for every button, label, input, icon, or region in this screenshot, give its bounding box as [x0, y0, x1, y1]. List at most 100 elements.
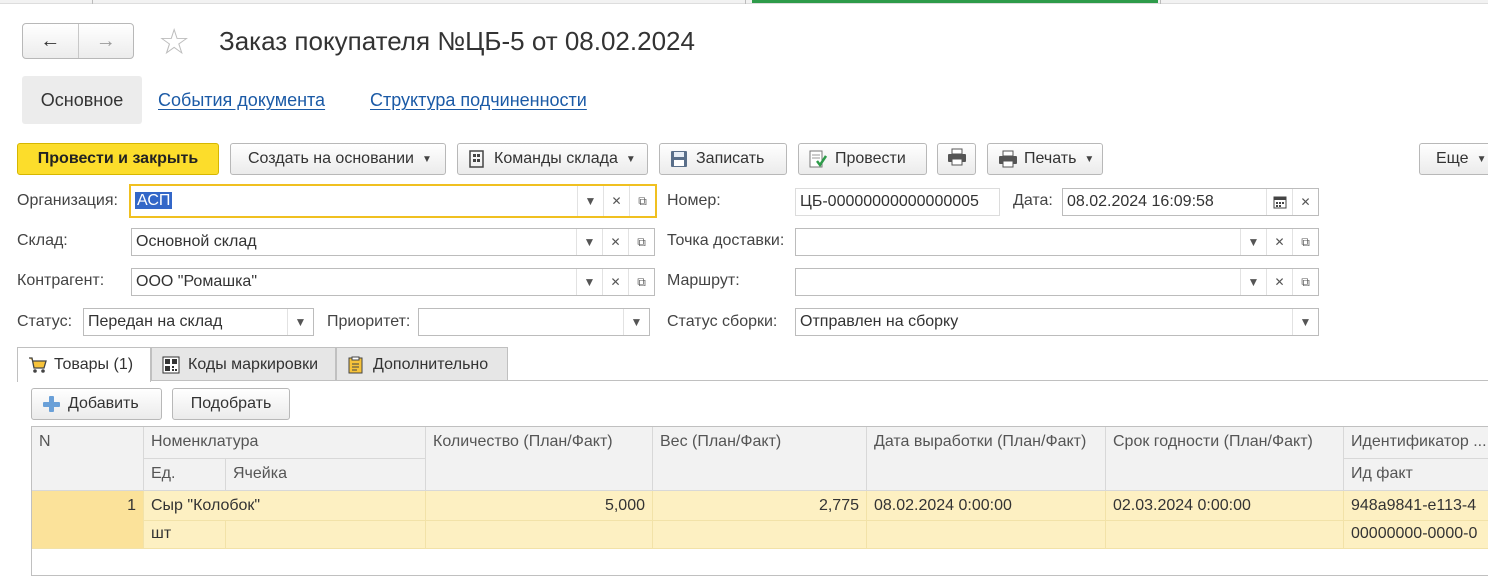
post-document-icon [809, 150, 828, 168]
print-button[interactable]: Печать ▼ [987, 143, 1103, 175]
number-field[interactable]: ЦБ-00000000000000005 [795, 188, 1000, 216]
cell-storage-cell[interactable] [226, 521, 426, 549]
column-header-item[interactable]: Номенклатура [144, 427, 426, 459]
dropdown-arrow-icon[interactable]: ▼ [1240, 229, 1266, 255]
calendar-icon[interactable] [1266, 189, 1292, 215]
column-header-weight[interactable]: Вес (План/Факт) [653, 427, 867, 491]
assembly-status-label: Статус сборки: [667, 313, 778, 330]
route-label: Маршрут: [667, 272, 740, 289]
print-preview-button[interactable] [937, 143, 976, 175]
open-icon[interactable]: ⧉ [628, 269, 654, 295]
tab-marking-codes-label: Коды маркировки [188, 355, 319, 373]
cart-icon [28, 356, 47, 374]
cell-production-date-fact[interactable] [867, 521, 1106, 549]
post-and-close-button[interactable]: Провести и закрыть [17, 143, 219, 175]
qr-code-icon [162, 356, 180, 374]
clear-icon[interactable]: ✕ [603, 186, 629, 216]
open-icon[interactable]: ⧉ [1292, 269, 1318, 295]
cell-identifier[interactable]: 948a9841-e113-4 [1344, 491, 1488, 521]
link-document-events[interactable]: События документа [158, 90, 325, 111]
tab-main[interactable]: Основное [22, 76, 142, 124]
counterparty-value: ООО "Ромашка" [136, 273, 257, 290]
tab-additional[interactable]: Дополнительно [336, 347, 508, 381]
dropdown-arrow-icon[interactable]: ▼ [623, 309, 649, 335]
column-header-unit[interactable]: Ед. [144, 459, 226, 491]
column-header-cell[interactable]: Ячейка [226, 459, 426, 491]
tab-separator [92, 0, 93, 4]
column-header-n[interactable]: N [32, 427, 144, 491]
cell-identifier-fact[interactable]: 00000000-0000-0 [1344, 521, 1488, 549]
counterparty-field[interactable]: ООО "Ромашка" ▼ ✕ ⧉ [131, 268, 655, 296]
tab-marking-codes[interactable]: Коды маркировки [151, 347, 336, 381]
cell-quantity[interactable]: 5,000 [426, 491, 653, 521]
date-value: 08.02.2024 16:09:58 [1067, 193, 1214, 210]
clear-icon[interactable]: ✕ [1292, 189, 1318, 215]
create-based-on-button[interactable]: Создать на основании ▼ [230, 143, 446, 175]
clear-icon[interactable]: ✕ [1266, 229, 1292, 255]
printer-icon [998, 150, 1017, 168]
dropdown-arrow-icon[interactable]: ▼ [576, 269, 602, 295]
column-header-identifier[interactable]: Идентификатор ... [1344, 427, 1488, 459]
clear-icon[interactable]: ✕ [1266, 269, 1292, 295]
tab-separator [1160, 0, 1161, 4]
add-row-button[interactable]: Добавить [31, 388, 162, 420]
warehouse-commands-button[interactable]: Команды склада ▼ [457, 143, 648, 175]
open-icon[interactable]: ⧉ [628, 229, 654, 255]
cell-item[interactable]: Сыр "Колобок" [144, 491, 426, 521]
status-field[interactable]: Передан на склад ▼ [83, 308, 314, 336]
warehouse-value: Основной склад [136, 233, 257, 250]
dropdown-arrow-icon[interactable]: ▼ [1292, 309, 1318, 335]
arrow-right-icon: → [95, 29, 116, 52]
forward-button[interactable]: → [79, 24, 134, 58]
status-value: Передан на склад [88, 313, 223, 330]
active-window-indicator [752, 0, 1158, 3]
date-field[interactable]: 08.02.2024 16:09:58 ✕ [1062, 188, 1319, 216]
add-row-label: Добавить [68, 395, 139, 412]
navigation-group: ← → [22, 23, 134, 59]
number-label: Номер: [667, 192, 721, 209]
dropdown-arrow-icon[interactable]: ▼ [1240, 269, 1266, 295]
organization-field[interactable]: АСП ▼ ✕ ⧉ [129, 184, 657, 218]
cell-weight[interactable]: 2,775 [653, 491, 867, 521]
clear-icon[interactable]: ✕ [602, 269, 628, 295]
link-subordination-structure[interactable]: Структура подчиненности [370, 90, 587, 111]
cell-weight-fact[interactable] [653, 521, 867, 549]
cell-expiry-fact[interactable] [1106, 521, 1344, 549]
priority-field[interactable]: ▼ [418, 308, 650, 336]
pick-button[interactable]: Подобрать [172, 388, 290, 420]
cell-unit[interactable]: шт [144, 521, 226, 549]
warehouse-field[interactable]: Основной склад ▼ ✕ ⧉ [131, 228, 655, 256]
post-button[interactable]: Провести [798, 143, 927, 175]
route-field[interactable]: ▼ ✕ ⧉ [795, 268, 1319, 296]
dropdown-arrow-icon: ▼ [422, 153, 432, 165]
save-button[interactable]: Записать [659, 143, 787, 175]
dropdown-arrow-icon[interactable]: ▼ [576, 229, 602, 255]
assembly-status-value: Отправлен на сборку [800, 313, 959, 330]
assembly-status-field[interactable]: Отправлен на сборку ▼ [795, 308, 1319, 336]
column-header-identifier-fact[interactable]: Ид факт [1344, 459, 1488, 491]
dropdown-arrow-icon[interactable]: ▼ [287, 309, 313, 335]
open-icon[interactable]: ⧉ [1292, 229, 1318, 255]
favorite-star-icon[interactable]: ☆ [158, 22, 190, 62]
column-header-production-date[interactable]: Дата выработки (План/Факт) [867, 427, 1106, 491]
cell-quantity-fact[interactable] [426, 521, 653, 549]
organization-value: АСП [135, 192, 173, 209]
clear-icon[interactable]: ✕ [602, 229, 628, 255]
column-header-expiry[interactable]: Срок годности (План/Факт) [1106, 427, 1344, 491]
dropdown-arrow-icon: ▼ [1476, 153, 1487, 165]
post-label: Провести [835, 150, 906, 167]
open-icon[interactable]: ⧉ [629, 186, 655, 216]
cell-row-number[interactable]: 1 [32, 491, 144, 549]
tab-goods[interactable]: Товары (1) [17, 347, 151, 382]
cell-production-date[interactable]: 08.02.2024 0:00:00 [867, 491, 1106, 521]
column-header-quantity[interactable]: Количество (План/Факт) [426, 427, 653, 491]
more-button[interactable]: Еще ▼ [1419, 143, 1488, 175]
dropdown-arrow-icon[interactable]: ▼ [577, 186, 603, 216]
window-tab-strip [0, 0, 1488, 4]
back-button[interactable]: ← [23, 24, 79, 58]
delivery-point-field[interactable]: ▼ ✕ ⧉ [795, 228, 1319, 256]
cell-expiry[interactable]: 02.03.2024 0:00:00 [1106, 491, 1344, 521]
organization-label: Организация: [17, 192, 118, 209]
tab-divider [150, 380, 1488, 381]
warehouse-label: Склад: [17, 232, 68, 249]
